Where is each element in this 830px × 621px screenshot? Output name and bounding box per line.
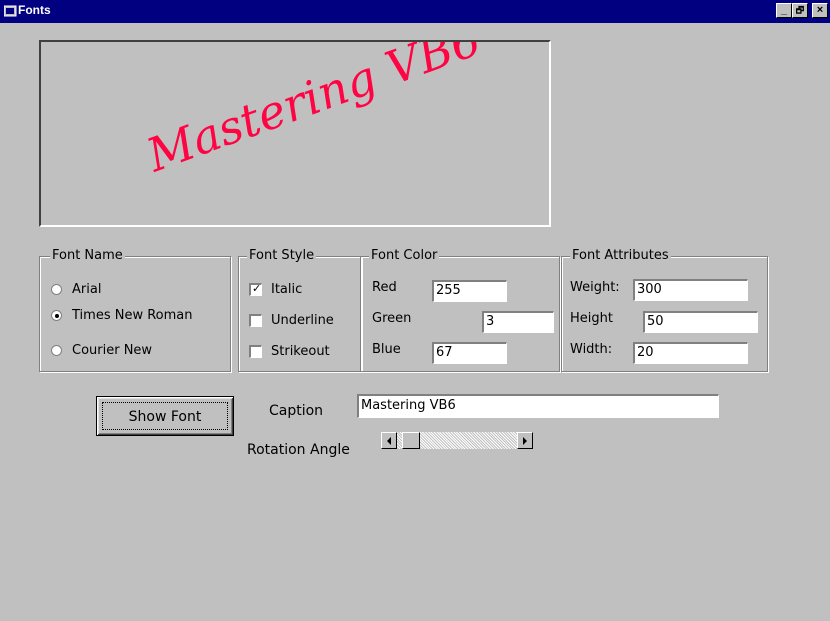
show-font-button-label: Show Font xyxy=(128,409,202,425)
radio-arial-label[interactable]: Arial xyxy=(72,282,101,298)
title-bar[interactable]: Fonts _ 🗗 × xyxy=(0,0,830,23)
scroll-left-arrow-icon xyxy=(387,437,391,445)
restore-icon: 🗗 xyxy=(795,5,805,15)
scroll-right-button[interactable] xyxy=(517,432,533,449)
close-icon: × xyxy=(816,4,824,16)
height-input[interactable]: 50 xyxy=(643,311,758,333)
font-attributes-group-title: Font Attributes xyxy=(570,248,671,264)
weight-input[interactable]: 300 xyxy=(633,279,748,301)
green-input[interactable]: 3 xyxy=(482,311,554,333)
fonts-window: Fonts _ 🗗 × Mastering VB6 Font Name Aria… xyxy=(0,0,830,621)
weight-label: Weight: xyxy=(570,280,620,295)
width-label: Width: xyxy=(570,342,613,357)
radio-courier-new[interactable] xyxy=(51,345,62,356)
checkbox-italic[interactable]: ✓ xyxy=(249,282,262,296)
checkbox-underline[interactable] xyxy=(249,314,262,327)
scroll-right-arrow-icon xyxy=(523,437,527,445)
scroll-thumb[interactable] xyxy=(402,432,420,449)
radio-arial[interactable] xyxy=(51,284,62,295)
maximize-button[interactable]: 🗗 xyxy=(792,3,808,18)
font-attributes-group: Font Attributes Weight: 300 Height 50 Wi… xyxy=(561,248,768,372)
scroll-left-button[interactable] xyxy=(381,432,397,449)
checkbox-underline-label[interactable]: Underline xyxy=(271,313,334,329)
font-preview-box: Mastering VB6 xyxy=(39,40,551,227)
font-name-group-title: Font Name xyxy=(50,248,125,264)
checkmark-icon: ✓ xyxy=(252,282,262,295)
window-app-icon xyxy=(4,5,17,17)
show-font-button[interactable]: Show Font xyxy=(96,396,234,436)
height-label: Height xyxy=(570,311,613,326)
close-button[interactable]: × xyxy=(812,3,828,18)
checkbox-strikeout-label[interactable]: Strikeout xyxy=(271,344,330,360)
window-title: Fonts xyxy=(18,3,51,17)
red-label: Red xyxy=(372,280,397,295)
rotation-angle-scrollbar[interactable] xyxy=(381,432,533,449)
radio-courier-new-label[interactable]: Courier New xyxy=(72,343,152,359)
blue-label: Blue xyxy=(372,342,401,357)
caption-label: Caption xyxy=(269,403,324,419)
font-name-group: Font Name Arial Times New Roman Courier … xyxy=(39,248,231,372)
checkbox-italic-label[interactable]: Italic xyxy=(271,282,302,298)
minimize-icon: _ xyxy=(780,4,788,16)
caption-input[interactable]: Mastering VB6 xyxy=(357,394,719,418)
radio-times-new-roman-label[interactable]: Times New Roman xyxy=(72,308,192,324)
radio-times-new-roman[interactable] xyxy=(51,310,62,321)
minimize-button[interactable]: _ xyxy=(776,3,792,18)
green-label: Green xyxy=(372,311,412,326)
checkbox-strikeout[interactable] xyxy=(249,345,262,358)
rotation-angle-label: Rotation Angle xyxy=(247,442,350,458)
font-style-group-title: Font Style xyxy=(247,248,317,264)
width-input[interactable]: 20 xyxy=(633,342,748,364)
blue-input[interactable]: 67 xyxy=(432,342,507,364)
preview-text: Mastering VB6 xyxy=(139,40,488,183)
font-color-group: Font Color Red 255 Green 3 Blue 67 xyxy=(360,248,560,372)
font-color-group-title: Font Color xyxy=(369,248,440,264)
font-style-group: Font Style ✓ Italic Underline Strikeout xyxy=(238,248,362,372)
red-input[interactable]: 255 xyxy=(432,280,507,302)
